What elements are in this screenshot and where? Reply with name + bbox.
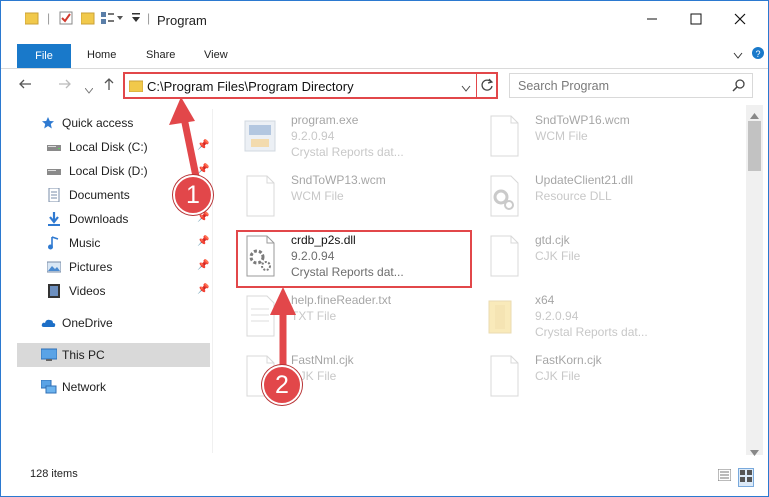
- explorer-window: | | Program File Home Share View ? C:\Pr…: [0, 0, 769, 497]
- annotation-arrows: [169, 97, 296, 369]
- step-badge-1: 1: [173, 175, 213, 215]
- step-badge-2: 2: [262, 365, 302, 405]
